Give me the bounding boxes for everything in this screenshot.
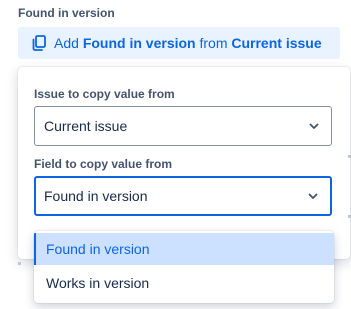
source-issue-select[interactable]: Current issue <box>34 106 332 146</box>
source-field-label: Field to copy value from <box>34 157 173 171</box>
source-field-select[interactable]: Found in version <box>34 176 332 216</box>
add-source: Current issue <box>231 35 322 51</box>
add-middle: from <box>199 35 228 51</box>
copy-value-panel: Found in version Add Found in version fr… <box>0 0 351 309</box>
chevron-down-icon <box>307 119 321 133</box>
source-issue-value: Current issue <box>44 118 128 134</box>
source-issue-label: Issue to copy value from <box>34 87 175 101</box>
option-found-in-version[interactable]: Found in version <box>34 233 334 265</box>
add-button-label: Add Found in version from Current issue <box>54 35 322 51</box>
add-field-name: Found in version <box>82 35 196 51</box>
option-works-in-version[interactable]: Works in version <box>34 267 334 299</box>
add-prefix: Add <box>54 35 79 51</box>
source-field-value: Found in version <box>44 188 148 204</box>
background-edge <box>18 262 21 265</box>
field-heading: Found in version <box>18 6 115 20</box>
add-value-button[interactable]: Add Found in version from Current issue <box>18 27 340 59</box>
field-options-menu: Found in version Works in version <box>34 231 334 303</box>
chevron-down-icon <box>306 189 320 203</box>
copy-icon <box>30 34 48 52</box>
